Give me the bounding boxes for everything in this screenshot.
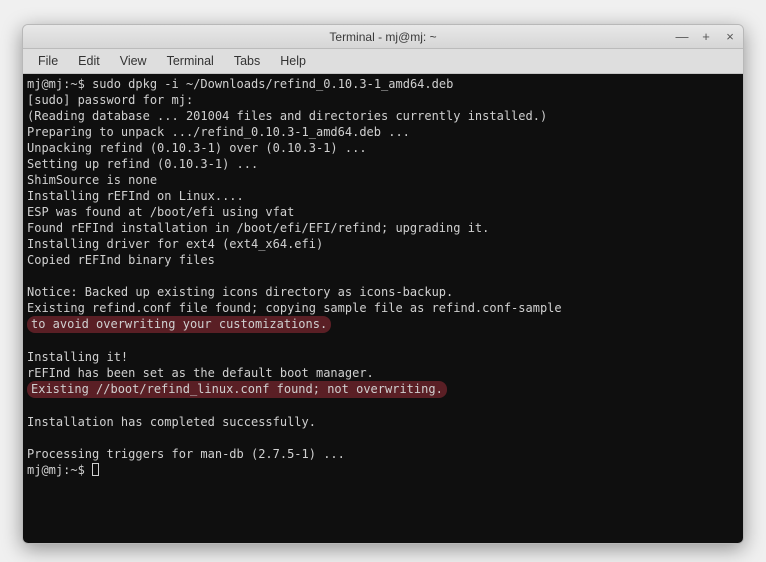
output-line: Preparing to unpack .../refind_0.10.3-1_… — [27, 124, 739, 140]
prompt-line: mj@mj:~$ sudo dpkg -i ~/Downloads/refind… — [27, 76, 739, 92]
minimize-button[interactable]: — — [675, 29, 689, 44]
output-line — [27, 398, 739, 414]
menu-help[interactable]: Help — [271, 51, 315, 71]
menu-file[interactable]: File — [29, 51, 67, 71]
output-line: Found rEFInd installation in /boot/efi/E… — [27, 220, 739, 236]
terminal-window: Terminal - mj@mj: ~ — + × File Edit View… — [22, 24, 744, 544]
close-button[interactable]: × — [723, 29, 737, 44]
menu-terminal[interactable]: Terminal — [158, 51, 223, 71]
prompt-userhost: mj@mj — [27, 77, 63, 91]
output-line — [27, 268, 739, 284]
prompt-path: ~ — [70, 463, 77, 477]
highlight-text: Existing //boot/refind_linux.conf found;… — [27, 381, 447, 398]
output-line: Processing triggers for man-db (2.7.5-1)… — [27, 446, 739, 462]
output-line: Unpacking refind (0.10.3-1) over (0.10.3… — [27, 140, 739, 156]
window-title: Terminal - mj@mj: ~ — [329, 30, 436, 44]
output-line: Existing refind.conf file found; copying… — [27, 300, 739, 316]
output-line: Setting up refind (0.10.3-1) ... — [27, 156, 739, 172]
output-line: ShimSource is none — [27, 172, 739, 188]
prompt-userhost: mj@mj — [27, 463, 63, 477]
menu-view[interactable]: View — [111, 51, 156, 71]
cursor-icon — [92, 463, 99, 476]
maximize-button[interactable]: + — [699, 29, 713, 44]
menu-edit[interactable]: Edit — [69, 51, 109, 71]
prompt-line: mj@mj:~$ — [27, 462, 739, 478]
window-controls: — + × — [675, 29, 737, 44]
command-text: sudo dpkg -i ~/Downloads/refind_0.10.3-1… — [92, 77, 453, 91]
highlight-line: Existing //boot/refind_linux.conf found;… — [27, 381, 739, 398]
output-line: Installing driver for ext4 (ext4_x64.efi… — [27, 236, 739, 252]
output-line: [sudo] password for mj: — [27, 92, 739, 108]
output-line — [27, 430, 739, 446]
highlight-line: to avoid overwriting your customizations… — [27, 316, 739, 333]
terminal-body[interactable]: mj@mj:~$ sudo dpkg -i ~/Downloads/refind… — [23, 74, 743, 543]
titlebar[interactable]: Terminal - mj@mj: ~ — + × — [23, 25, 743, 49]
output-line: rEFInd has been set as the default boot … — [27, 365, 739, 381]
output-line: Notice: Backed up existing icons directo… — [27, 284, 739, 300]
prompt-path: ~ — [70, 77, 77, 91]
menu-tabs[interactable]: Tabs — [225, 51, 269, 71]
output-line: Installing rEFInd on Linux.... — [27, 188, 739, 204]
output-line: Copied rEFInd binary files — [27, 252, 739, 268]
output-line: ESP was found at /boot/efi using vfat — [27, 204, 739, 220]
output-line — [27, 333, 739, 349]
highlight-text: to avoid overwriting your customizations… — [27, 316, 331, 333]
output-line: Installation has completed successfully. — [27, 414, 739, 430]
output-line: Installing it! — [27, 349, 739, 365]
output-line: (Reading database ... 201004 files and d… — [27, 108, 739, 124]
menubar: File Edit View Terminal Tabs Help — [23, 49, 743, 74]
